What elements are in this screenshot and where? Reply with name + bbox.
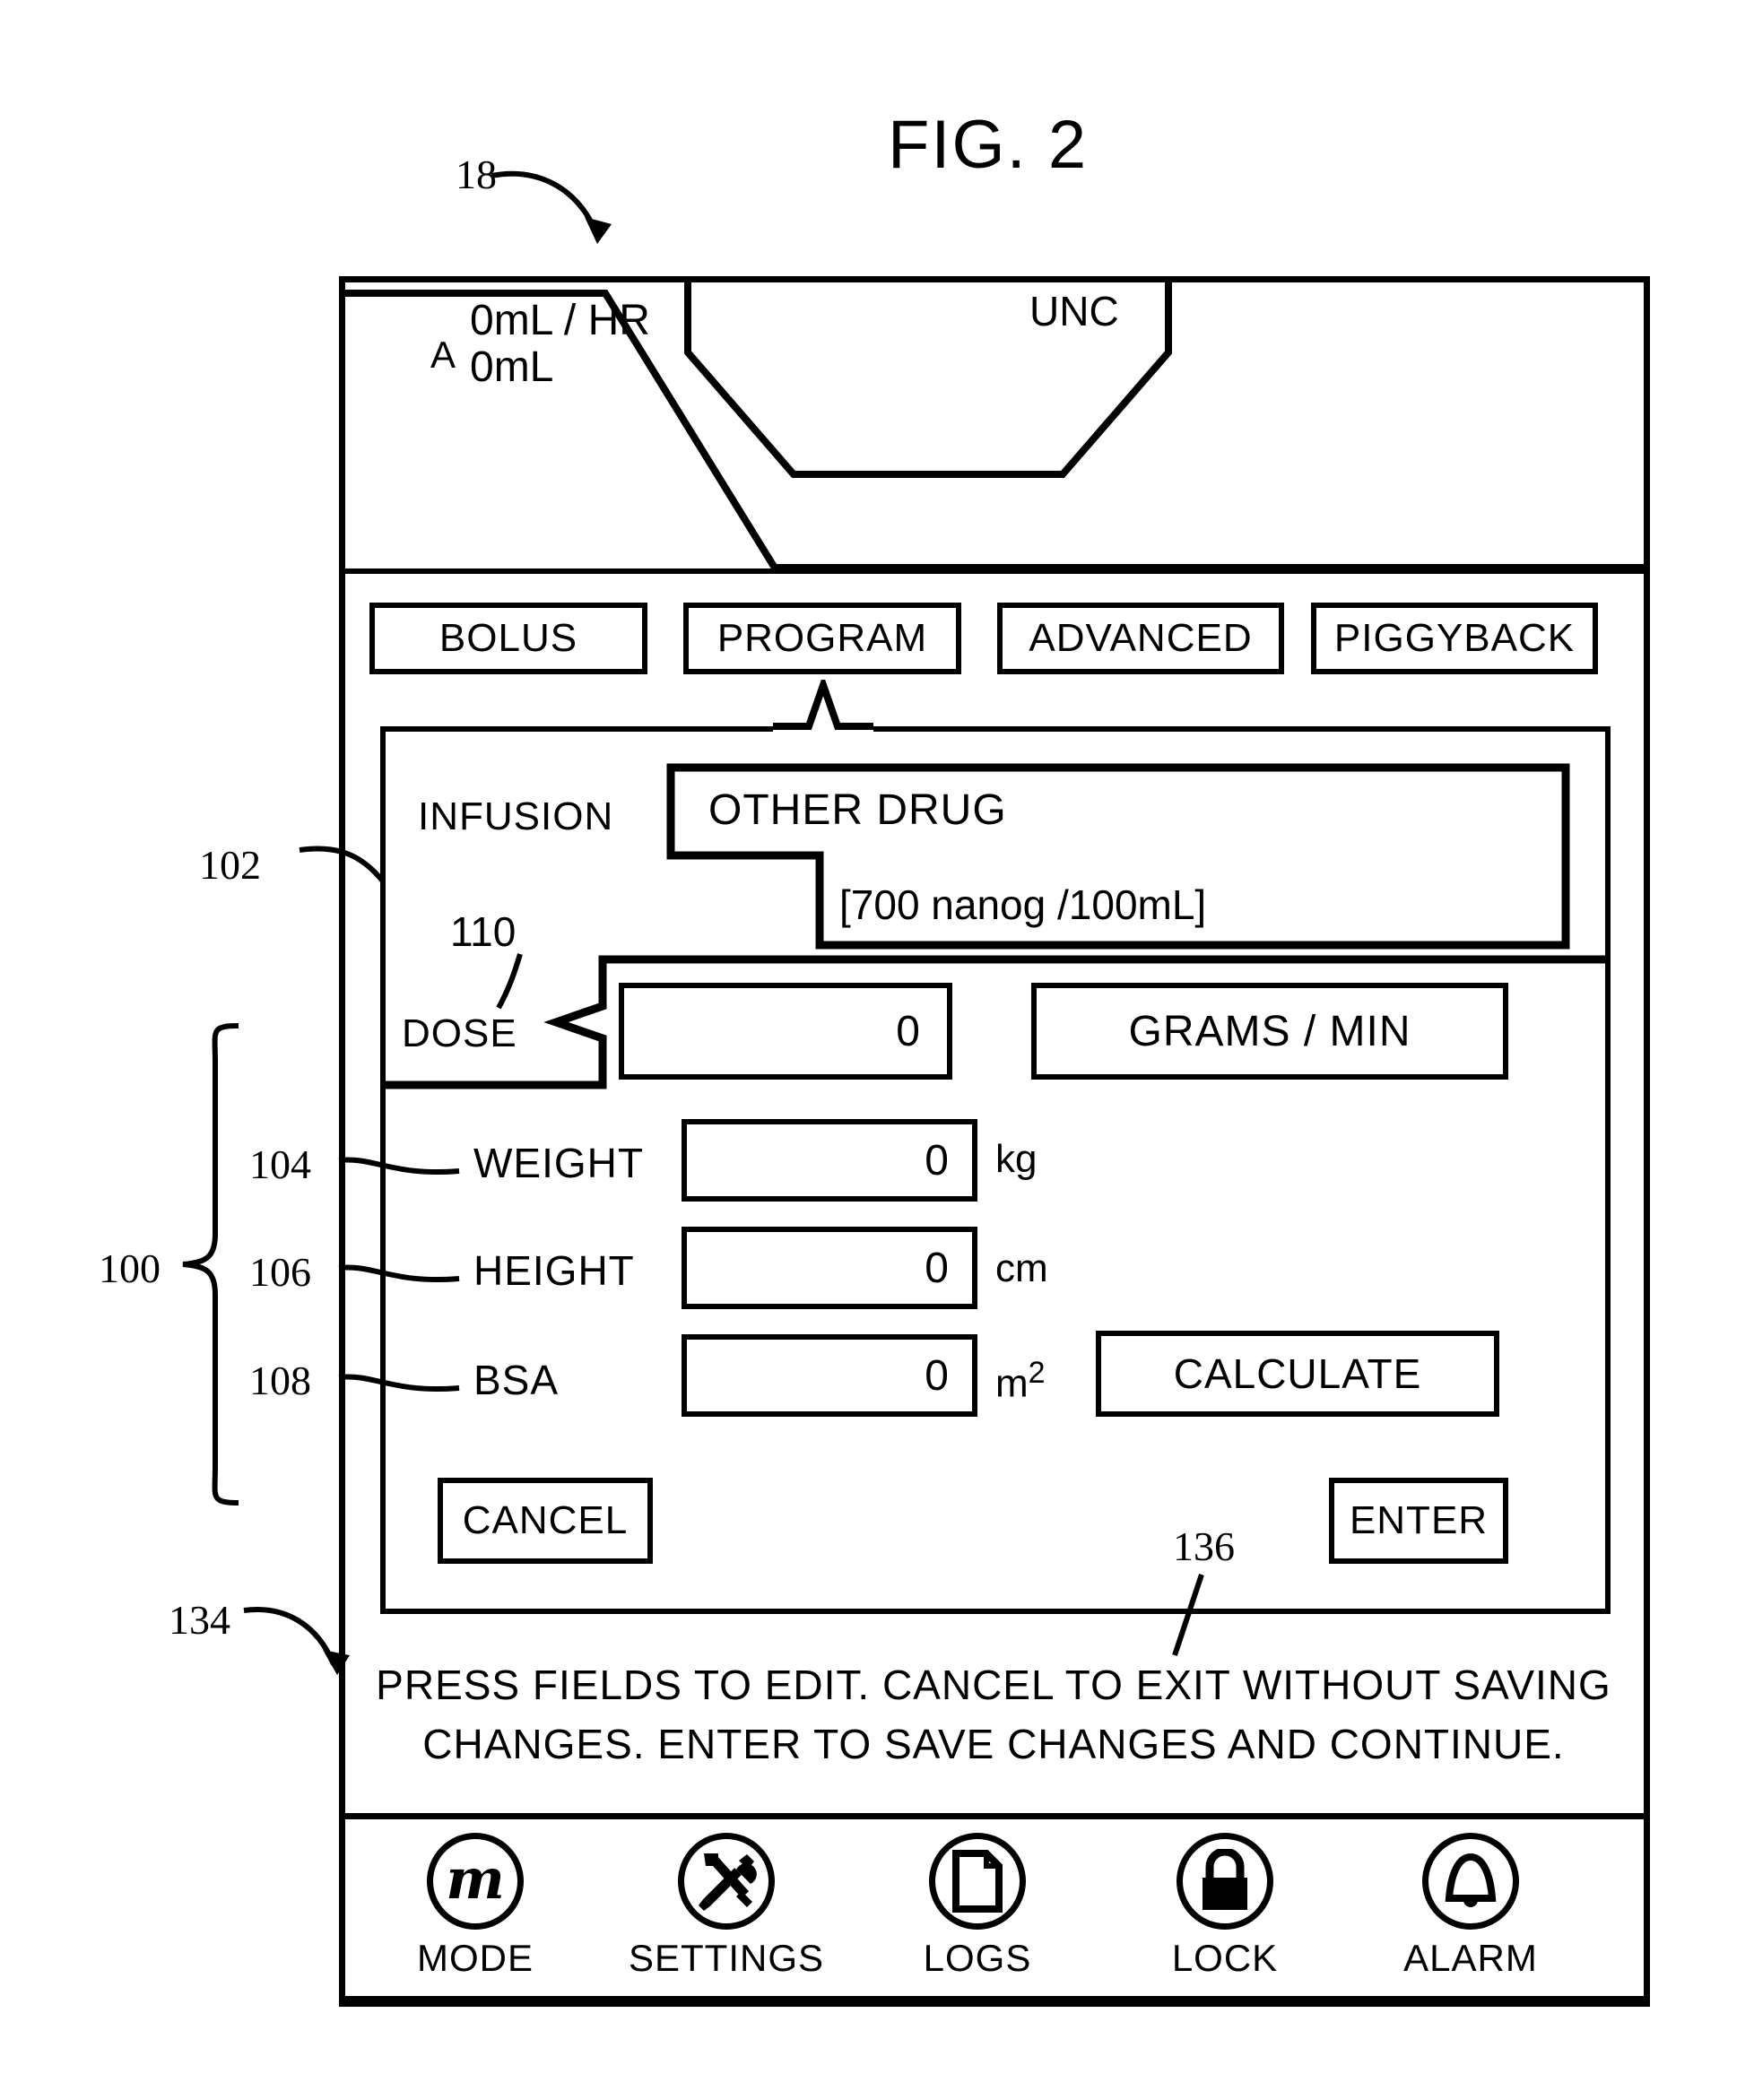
- bsa-unit: m2: [995, 1356, 1046, 1407]
- ref-numeral-134: 134: [169, 1597, 230, 1643]
- unconfirmed-status-label: UNC: [1029, 288, 1119, 334]
- nav-item-logs[interactable]: LOGS: [879, 1833, 1076, 1980]
- tools-icon: [678, 1833, 775, 1930]
- infusion-drug-name[interactable]: OTHER DRUG: [708, 785, 1007, 835]
- weight-field[interactable]: 0: [682, 1119, 977, 1202]
- height-label: HEIGHT: [473, 1247, 635, 1294]
- channel-letter: A: [430, 334, 456, 376]
- nav-item-alarm[interactable]: ALARM: [1372, 1833, 1569, 1980]
- tab-bolus[interactable]: BOLUS: [369, 603, 647, 674]
- ref-numeral-100: 100: [99, 1245, 161, 1291]
- leader-line-104: [338, 1157, 460, 1175]
- bell-icon: [1422, 1833, 1519, 1930]
- height-field[interactable]: 0: [682, 1227, 977, 1309]
- enter-button[interactable]: ENTER: [1329, 1478, 1508, 1564]
- leader-line-136: [1172, 1574, 1204, 1656]
- cancel-button[interactable]: CANCEL: [438, 1478, 653, 1564]
- infusion-concentration[interactable]: [700 nanog /100mL]: [839, 881, 1206, 929]
- ref-numeral-106: 106: [249, 1249, 311, 1295]
- ref-numeral-136: 136: [1173, 1523, 1235, 1569]
- infused-volume-readout: 0mL: [470, 343, 554, 391]
- dose-value-field[interactable]: 0: [619, 983, 952, 1080]
- weight-unit: kg: [995, 1137, 1038, 1181]
- instruction-line-2: CHANGES. ENTER TO SAVE CHANGES AND CONTI…: [422, 1721, 1565, 1767]
- document-icon: [929, 1833, 1026, 1930]
- nav-label-logs: LOGS: [923, 1937, 1032, 1979]
- bsa-label: BSA: [473, 1357, 560, 1403]
- instruction-line-1: PRESS FIELDS TO EDIT. CANCEL TO EXIT WIT…: [376, 1662, 1611, 1708]
- nav-label-settings: SETTINGS: [628, 1937, 825, 1979]
- nav-item-mode[interactable]: m MODE: [377, 1833, 574, 1980]
- nav-item-settings[interactable]: SETTINGS: [628, 1833, 825, 1980]
- group-brace-100: [182, 1023, 239, 1506]
- leader-line-108: [338, 1374, 460, 1392]
- nav-label-alarm: ALARM: [1403, 1937, 1538, 1979]
- leader-arrow-134: [243, 1607, 350, 1675]
- dose-unit-button[interactable]: GRAMS / MIN: [1031, 983, 1508, 1080]
- nav-item-lock[interactable]: LOCK: [1126, 1833, 1324, 1980]
- leader-line-102: [299, 846, 386, 884]
- padlock-icon: [1177, 1833, 1273, 1930]
- navbar-bottom-divider: [345, 1996, 1644, 2002]
- leader-line-106: [338, 1264, 460, 1282]
- tab-advanced[interactable]: ADVANCED: [997, 603, 1284, 674]
- infusion-rate-readout: 0mL / HR: [470, 297, 650, 344]
- height-unit: cm: [995, 1246, 1048, 1290]
- nav-label-mode: MODE: [417, 1937, 534, 1979]
- script-m-glyph: m: [446, 1846, 505, 1912]
- figure-title: FIG. 2: [888, 107, 1089, 183]
- instruction-text: PRESS FIELDS TO EDIT. CANCEL TO EXIT WIT…: [352, 1655, 1636, 1774]
- selected-tab-connector-icon: [773, 680, 873, 732]
- ref-numeral-108: 108: [249, 1358, 311, 1403]
- leader-arrow-18: [491, 170, 612, 244]
- ref-numeral-102: 102: [199, 842, 261, 888]
- bsa-unit-base: m: [995, 1361, 1029, 1406]
- infusion-label: INFUSION: [418, 794, 614, 838]
- bsa-field[interactable]: 0: [682, 1334, 977, 1417]
- dose-label: DOSE: [402, 1011, 517, 1055]
- weight-label: WEIGHT: [473, 1140, 644, 1186]
- tab-piggyback[interactable]: PIGGYBACK: [1311, 603, 1598, 674]
- navbar-top-divider: [345, 1813, 1644, 1819]
- bsa-unit-exponent: 2: [1028, 1356, 1046, 1390]
- script-m-icon: m: [427, 1833, 524, 1930]
- ref-numeral-104: 104: [249, 1141, 311, 1187]
- nav-label-lock: LOCK: [1171, 1937, 1279, 1979]
- calculate-button[interactable]: CALCULATE: [1096, 1331, 1499, 1417]
- tab-program[interactable]: PROGRAM: [683, 603, 961, 674]
- ref-numeral-110: 110: [450, 908, 517, 955]
